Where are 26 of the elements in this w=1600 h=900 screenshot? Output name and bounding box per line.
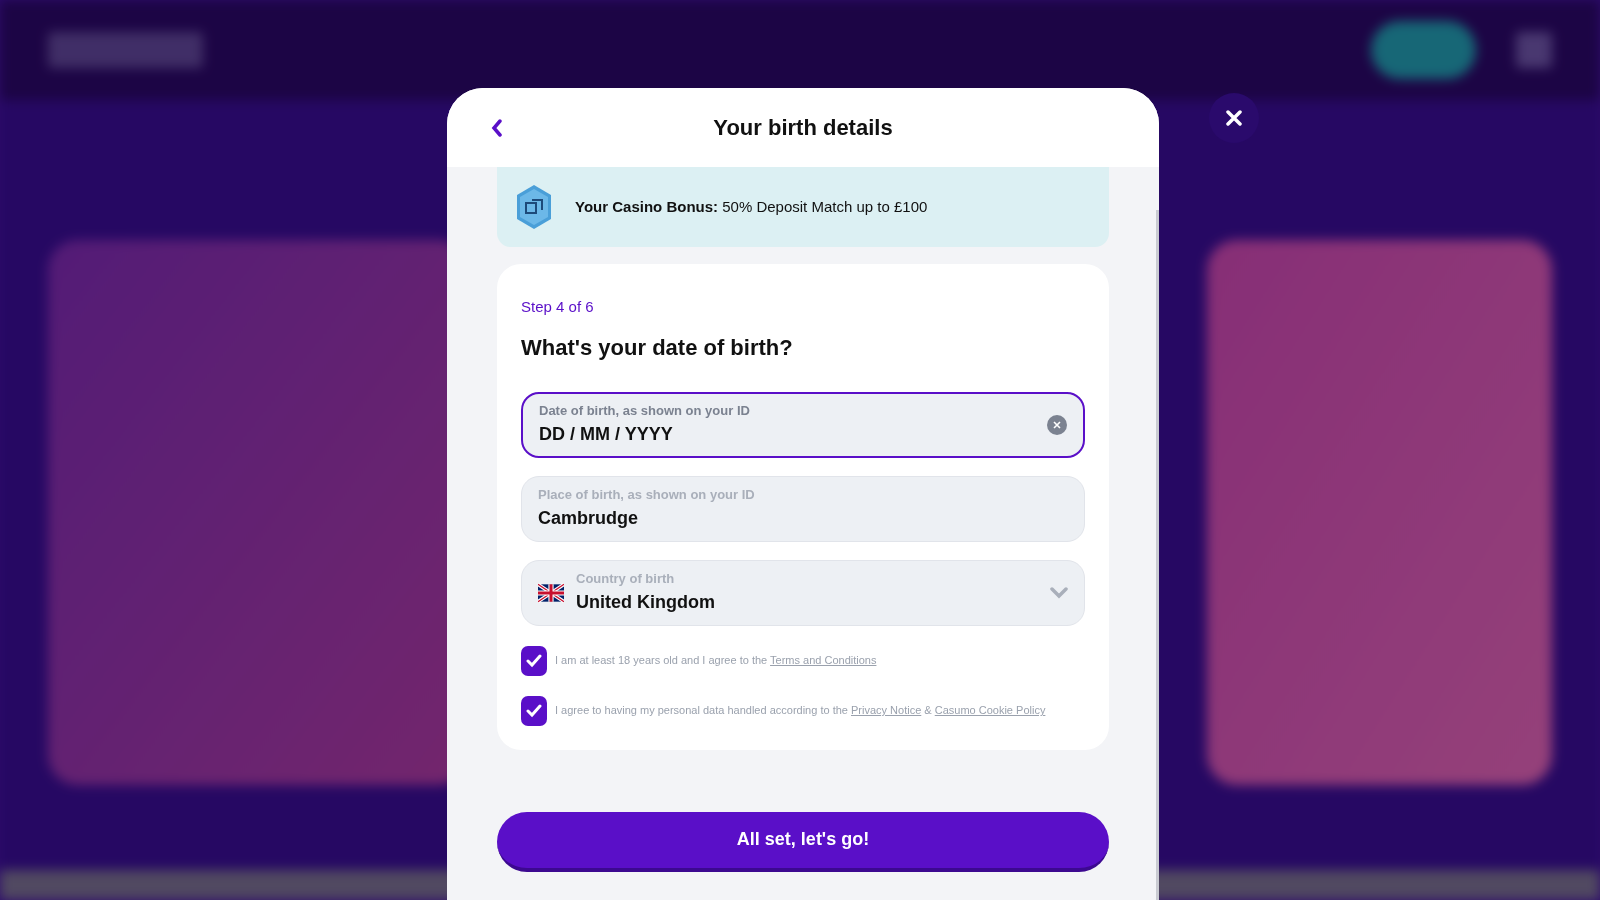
field-label: Country of birth bbox=[576, 570, 676, 589]
field-value: Cambrudge bbox=[538, 506, 639, 530]
field-label: Date of birth, as shown on your ID bbox=[539, 402, 751, 421]
field-label: Place of birth, as shown on your ID bbox=[538, 486, 756, 505]
text-field[interactable]: Date of birth, as shown on your ID DD / MM / YYYY bbox=[521, 391, 1085, 458]
close-icon bbox=[1226, 110, 1242, 126]
field-value: DD / MM / YYYY bbox=[539, 422, 674, 446]
consent-text: I am at least 18 years old and I agree to the Terms and Conditions bbox=[555, 653, 877, 669]
flag-icon bbox=[538, 582, 564, 603]
text-field[interactable]: Place of birth, as shown on your ID Cambrudge bbox=[521, 475, 1085, 542]
question-heading: What's your date of birth? bbox=[521, 333, 794, 362]
country-select[interactable]: Country of birth United Kingdom bbox=[521, 559, 1085, 626]
clear-button[interactable] bbox=[1047, 414, 1067, 435]
chevron-down-icon bbox=[1050, 586, 1068, 599]
check-icon bbox=[526, 653, 542, 668]
consent-text: I agree to having my personal data handled according to the Privacy Notice & Casumo Cookie Policy bbox=[555, 703, 1046, 719]
bonus-text: Your Casino Bonus: 50% Deposit Match up to £100 bbox=[575, 196, 928, 217]
chevron-left-icon bbox=[491, 118, 503, 137]
checkbox[interactable] bbox=[521, 695, 547, 726]
submit-button[interactable]: All set, let's go! bbox=[497, 811, 1109, 872]
checkbox[interactable] bbox=[521, 645, 547, 676]
field-value: United Kingdom bbox=[576, 590, 716, 614]
step-indicator: Step 4 of 6 bbox=[521, 297, 595, 317]
dialog-title: Your birth details bbox=[712, 114, 894, 142]
check-icon bbox=[526, 703, 542, 718]
close-icon bbox=[1053, 420, 1061, 429]
